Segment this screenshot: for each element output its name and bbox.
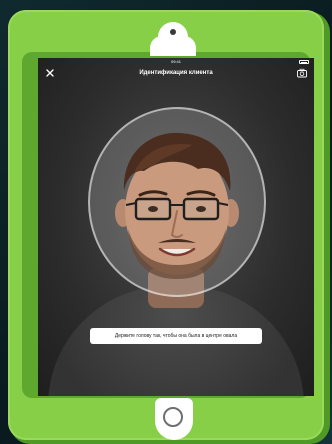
home-button[interactable] <box>163 407 183 427</box>
face-position-hint: Держите голову так, чтобы она была в цен… <box>90 328 262 344</box>
close-icon[interactable] <box>44 67 56 79</box>
subject-face-photo <box>115 132 239 279</box>
nav-bar: Идентификация клиента <box>38 66 314 82</box>
front-camera-hole <box>170 29 176 35</box>
face-oval-frame <box>88 107 266 297</box>
status-bar: 09:41 <box>38 58 314 66</box>
device-screen: 09:41 Идентификация клиента Держите голо… <box>38 58 314 396</box>
battery-icon <box>299 60 309 64</box>
page-title: Идентификация клиента <box>139 70 213 76</box>
camera-icon[interactable] <box>296 67 308 79</box>
status-time: 09:41 <box>170 59 181 64</box>
